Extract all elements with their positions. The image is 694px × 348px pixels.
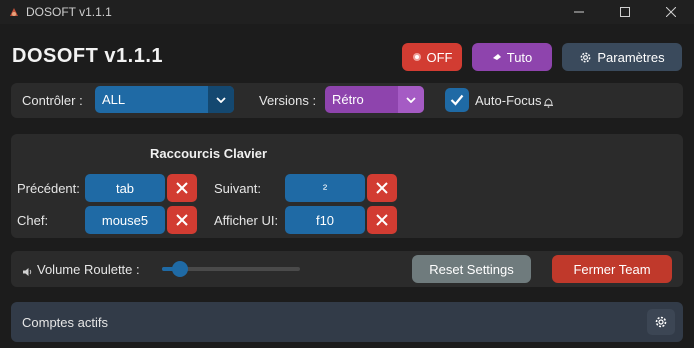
- window-title: DOSOFT v1.1.1: [26, 5, 112, 19]
- reset-settings-button[interactable]: Reset Settings: [412, 255, 531, 283]
- clear-show-ui-button[interactable]: [367, 206, 397, 234]
- settings-button-label: Paramètres: [597, 49, 665, 65]
- close-icon: [376, 182, 388, 194]
- tuto-button[interactable]: Tuto: [472, 43, 552, 71]
- controller-label: Contrôler :: [22, 93, 83, 108]
- maximize-button[interactable]: [602, 0, 648, 24]
- settings-button[interactable]: Paramètres: [562, 43, 682, 71]
- volume-label: Volume Roulette :: [37, 262, 140, 277]
- close-icon: [666, 7, 676, 17]
- chevron-down-icon[interactable]: [398, 86, 424, 113]
- controller-select-value: ALL: [102, 92, 126, 107]
- active-accounts-bar: Comptes actifs: [11, 302, 683, 342]
- close-team-label: Fermer Team: [573, 261, 651, 277]
- autofocus-checkbox[interactable]: [445, 88, 469, 112]
- close-window-button[interactable]: [648, 0, 694, 24]
- app-title: DOSOFT v1.1.1: [12, 45, 163, 67]
- previous-key-button[interactable]: tab: [85, 174, 165, 202]
- speaker-icon: [22, 264, 32, 282]
- show-ui-key-button[interactable]: f10: [285, 206, 365, 234]
- chevron-down-icon[interactable]: [208, 86, 234, 113]
- close-team-button[interactable]: Fermer Team: [552, 255, 672, 283]
- gear-icon: [579, 51, 592, 64]
- clear-previous-button[interactable]: [167, 174, 197, 202]
- close-icon: [176, 214, 188, 226]
- versions-select-value: Rétro: [332, 92, 364, 107]
- previous-label: Précédent:: [17, 181, 80, 196]
- volume-slider[interactable]: [162, 261, 300, 277]
- chief-label: Chef:: [17, 213, 49, 228]
- versions-label: Versions :: [259, 93, 317, 108]
- off-button-label: OFF: [426, 49, 453, 65]
- title-bar: DOSOFT v1.1.1: [0, 0, 694, 24]
- next-key-button[interactable]: ²: [285, 174, 365, 202]
- chief-key-button[interactable]: mouse5: [85, 206, 165, 234]
- off-button[interactable]: OFF: [402, 43, 462, 71]
- active-accounts-label: Comptes actifs: [22, 315, 108, 330]
- autofocus-label: Auto-Focus: [475, 93, 542, 108]
- controller-select[interactable]: ALL: [95, 86, 234, 113]
- maximize-icon: [620, 7, 630, 17]
- versions-select[interactable]: Rétro: [325, 86, 424, 113]
- close-icon: [176, 182, 188, 194]
- pointer-icon: [492, 52, 502, 62]
- show-ui-label: Afficher UI:: [214, 213, 279, 228]
- gear-icon: [655, 316, 667, 328]
- tuto-button-label: Tuto: [506, 49, 533, 65]
- shortcuts-title: Raccourcis Clavier: [150, 146, 268, 161]
- close-icon: [376, 214, 388, 226]
- clear-next-button[interactable]: [367, 174, 397, 202]
- record-icon: [412, 52, 422, 62]
- check-icon: [450, 94, 464, 106]
- minimize-icon: [574, 11, 584, 13]
- reset-settings-label: Reset Settings: [429, 261, 514, 277]
- minimize-button[interactable]: [556, 0, 602, 24]
- volume-slider-handle[interactable]: [171, 261, 188, 277]
- accounts-settings-button[interactable]: [647, 309, 675, 335]
- next-label: Suivant:: [214, 181, 261, 196]
- app-icon: [8, 5, 20, 17]
- bell-icon: [543, 95, 554, 113]
- clear-chief-button[interactable]: [167, 206, 197, 234]
